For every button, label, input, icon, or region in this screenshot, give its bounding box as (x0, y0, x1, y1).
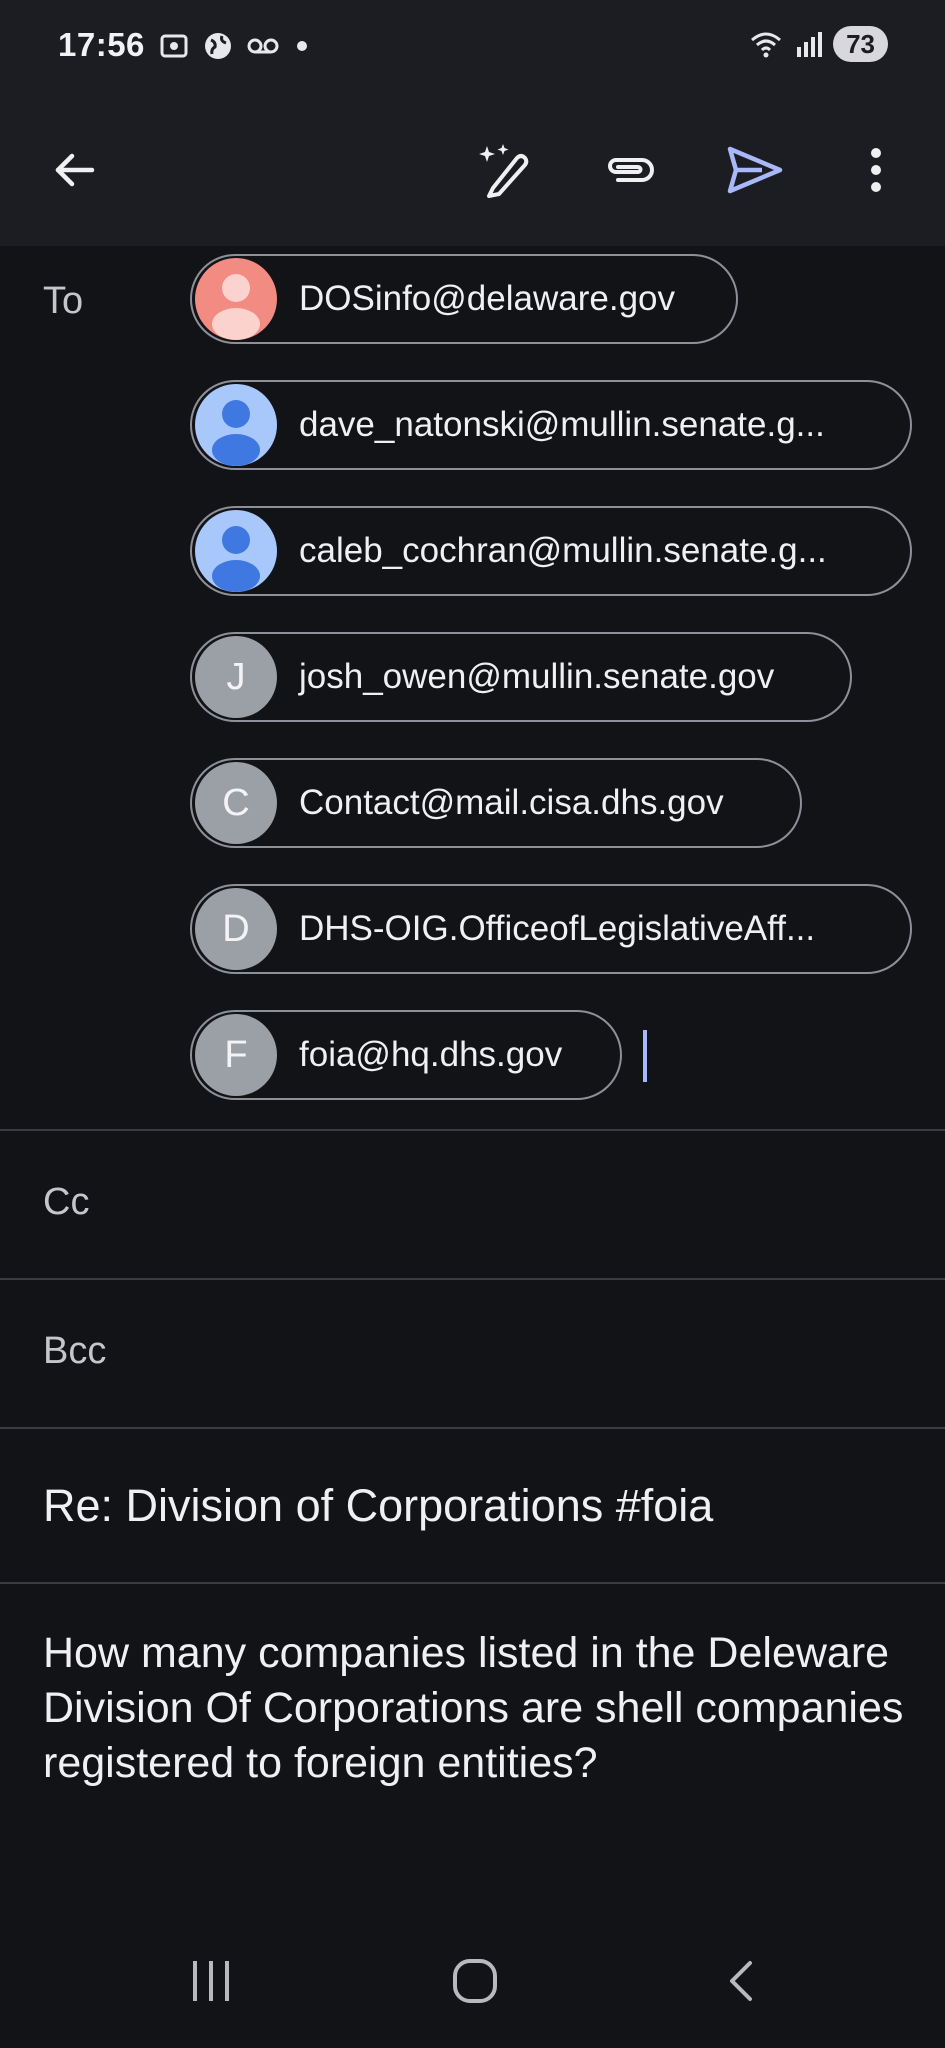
status-bar: 17:56 73 (0, 0, 945, 96)
recipient-initial: J (226, 655, 246, 698)
person-icon (212, 274, 260, 340)
attach-button[interactable] (590, 130, 670, 210)
person-icon (212, 526, 260, 592)
help-me-write-button[interactable] (463, 130, 543, 210)
nav-back-button[interactable] (695, 1946, 785, 2016)
status-time: 17:56 (58, 26, 145, 63)
recipient-avatar: F (195, 1014, 277, 1096)
recipient-chip[interactable]: Jjosh_owen@mullin.senate.gov (190, 632, 852, 722)
back-arrow-icon (55, 153, 95, 187)
recipient-address: josh_owen@mullin.senate.gov (299, 657, 775, 696)
cc-field[interactable]: Cc (0, 1131, 945, 1278)
to-label: To (43, 280, 84, 322)
recipient-avatar: J (195, 636, 277, 718)
divider (0, 1582, 945, 1584)
bcc-field[interactable]: Bcc (0, 1280, 945, 1427)
text-cursor[interactable] (643, 1030, 647, 1082)
send-icon (727, 146, 783, 194)
divider (0, 1427, 945, 1429)
voicemail-icon (247, 38, 279, 54)
body-field[interactable]: How many companies listed in the Delewar… (43, 1626, 913, 1791)
recipient-chip[interactable]: dave_natonski@mullin.senate.g... (190, 380, 912, 470)
more-vert-icon (871, 148, 881, 192)
dot-icon (297, 41, 307, 51)
home-icon (453, 1959, 497, 2003)
recents-icon (193, 1961, 229, 2001)
subject-field[interactable]: Re: Division of Corporations #foia (43, 1480, 713, 1532)
back-icon (730, 1961, 752, 2001)
recipient-avatar: C (195, 762, 277, 844)
screenshot-icon (160, 34, 188, 58)
signal-icon (797, 32, 823, 57)
home-button[interactable] (430, 1946, 520, 2016)
status-icons-left (158, 30, 312, 62)
recipient-initial: D (222, 907, 250, 950)
recipient-address: Contact@mail.cisa.dhs.gov (299, 783, 724, 822)
recipient-avatar: D (195, 888, 277, 970)
recipient-avatar (195, 510, 277, 592)
compose-toolbar (0, 96, 945, 246)
recipient-chip[interactable]: Ffoia@hq.dhs.gov (190, 1010, 622, 1100)
wifi-icon (751, 32, 782, 58)
recipient-chip[interactable]: caleb_cochran@mullin.senate.g... (190, 506, 912, 596)
recipient-address: dave_natonski@mullin.senate.g... (299, 405, 825, 444)
send-button[interactable] (715, 130, 795, 210)
recents-button[interactable] (166, 1946, 256, 2016)
globe-icon (205, 33, 231, 59)
back-button[interactable] (34, 130, 114, 210)
system-nav-bar (0, 1908, 945, 2048)
recipient-chip[interactable]: D DHS-OIG.OfficeofLegislativeAff... (190, 884, 912, 974)
recipient-chip[interactable]: DOSinfo@delaware.gov (190, 254, 738, 344)
recipient-address: DHS-OIG.OfficeofLegislativeAff... (299, 909, 816, 948)
recipient-chip[interactable]: C Contact@mail.cisa.dhs.gov (190, 758, 802, 848)
recipient-address: caleb_cochran@mullin.senate.g... (299, 531, 827, 570)
bcc-label: Bcc (43, 1330, 107, 1372)
more-options-button[interactable] (836, 130, 916, 210)
battery-indicator: 73 (833, 26, 888, 62)
recipient-address: foia@hq.dhs.gov (299, 1035, 563, 1074)
person-icon (212, 400, 260, 466)
attachment-icon (608, 158, 654, 182)
recipient-address: DOSinfo@delaware.gov (299, 279, 675, 318)
magic-pen-icon (479, 144, 529, 198)
status-icons-right: 73 (749, 26, 888, 62)
cc-label: Cc (43, 1181, 90, 1223)
recipient-avatar (195, 258, 277, 340)
recipient-initial: F (224, 1033, 248, 1076)
recipient-initial: C (222, 781, 250, 824)
recipient-avatar (195, 384, 277, 466)
